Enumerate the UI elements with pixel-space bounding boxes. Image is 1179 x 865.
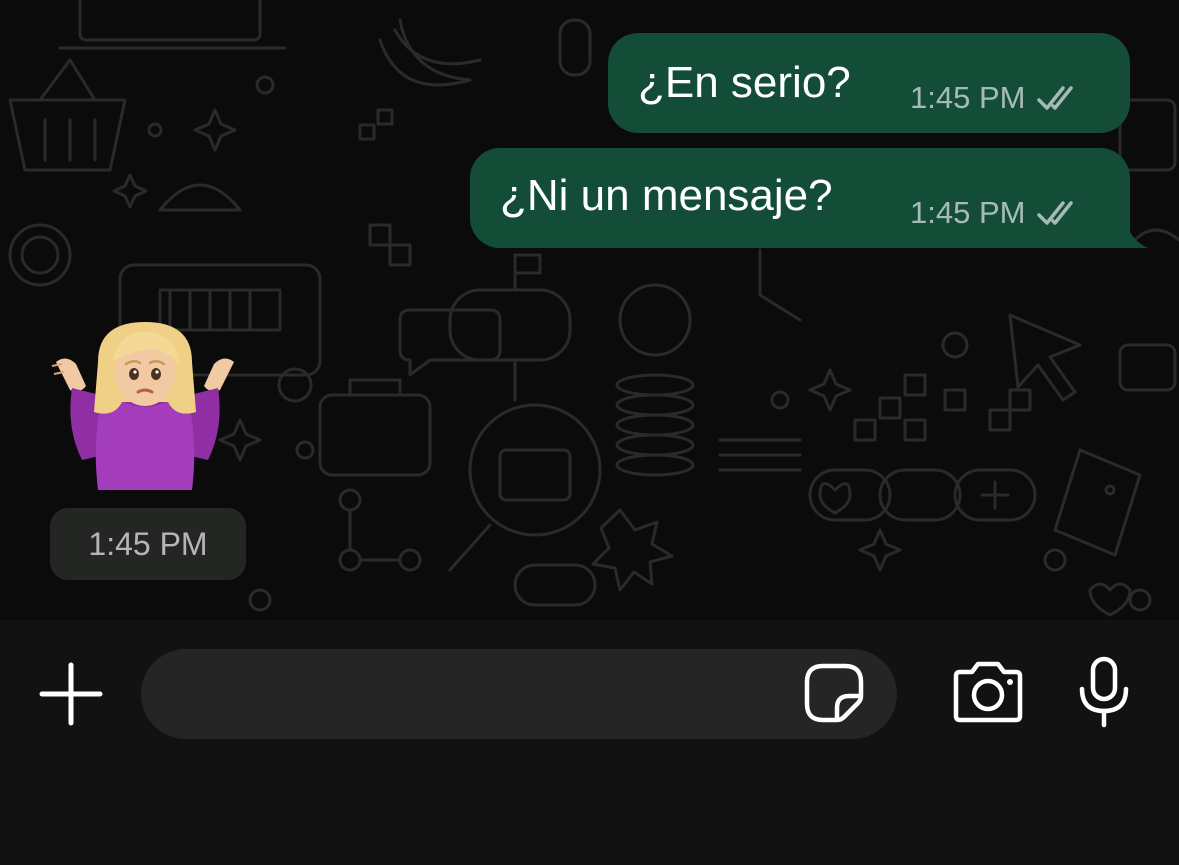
microphone-icon[interactable] <box>1076 655 1132 729</box>
sticker-timestamp: 1:45 PM <box>50 508 246 580</box>
chat-area[interactable]: ¿En serio? 1:45 PM ¿Ni un mensaje? 1:45 … <box>0 0 1179 620</box>
message-input[interactable] <box>171 649 805 741</box>
sticker-icon[interactable] <box>803 662 865 724</box>
double-check-icon <box>1037 201 1074 225</box>
message-input-container[interactable] <box>141 649 897 741</box>
message-meta: 1:45 PM <box>910 80 1083 116</box>
camera-icon[interactable] <box>950 660 1026 724</box>
message-time: 1:45 PM <box>910 80 1026 115</box>
message-text: ¿Ni un mensaje? <box>500 171 833 220</box>
message-time: 1:45 PM <box>910 195 1026 230</box>
plus-icon[interactable] <box>36 659 106 729</box>
double-check-icon <box>1037 86 1074 110</box>
message-meta: 1:45 PM <box>910 195 1083 231</box>
message-text: ¿En serio? <box>638 58 851 107</box>
chat-screen: ¿En serio? 1:45 PM ¿Ni un mensaje? 1:45 … <box>0 0 1179 865</box>
woman-shrugging-sticker[interactable] <box>50 322 240 497</box>
